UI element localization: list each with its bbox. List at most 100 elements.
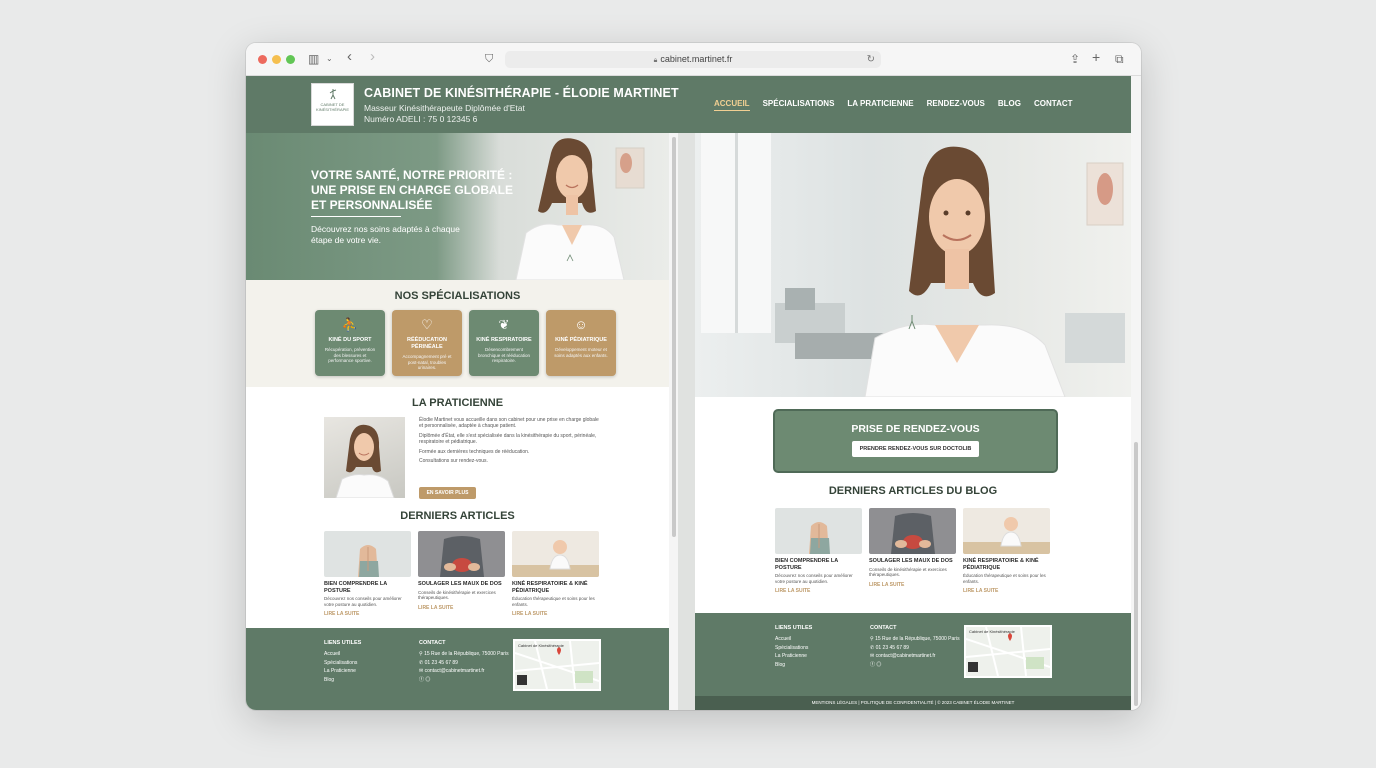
right-scrollbar[interactable]	[1131, 76, 1141, 710]
article-card[interactable]: BIEN COMPRENDRE LA POSTURE Découvrez nos…	[775, 508, 862, 594]
site-header: CABINET DE KINÉSITHÉRAPIE CABINET DE KIN…	[246, 76, 1131, 133]
nav-accueil[interactable]: ACCUEIL	[714, 99, 750, 111]
tabs-icon[interactable]: ⧉	[1115, 51, 1124, 67]
social-icons: ⓕ ◎	[870, 661, 960, 670]
footer-link[interactable]: La Praticienne	[775, 652, 812, 661]
email-text: contact@cabinetmartinet.fr	[424, 668, 485, 674]
site-logo[interactable]: CABINET DE KINÉSITHÉRAPIE	[311, 83, 354, 126]
article-card[interactable]: SOULAGER LES MAUX DE DOS Conseils de kin…	[418, 531, 505, 617]
card-desc: Désencombrement bronchique et rééducatio…	[477, 347, 531, 363]
zoom-window-button[interactable]	[286, 55, 295, 64]
chevron-down-icon[interactable]: ⌄	[326, 51, 333, 67]
share-icon[interactable]: ⇪	[1070, 51, 1080, 67]
read-more-link[interactable]: LIRE LA SUITE	[324, 611, 411, 617]
right-scrollbar-thumb[interactable]	[1134, 442, 1138, 706]
email-row[interactable]: ✉ contact@cabinetmartinet.fr	[419, 667, 509, 676]
article-card[interactable]: SOULAGER LES MAUX DE DOS Conseils de kin…	[869, 508, 956, 594]
plus-icon[interactable]: +	[1092, 49, 1100, 65]
article-card[interactable]: BIEN COMPRENDRE LA POSTURE Découvrez nos…	[324, 531, 411, 617]
footer-link[interactable]: Accueil	[324, 650, 361, 659]
footer-link[interactable]: Blog	[775, 661, 812, 670]
footer-contact-title: CONTACT	[870, 625, 897, 631]
map-widget[interactable]: Cabinet de Kinésithérapie	[964, 625, 1052, 678]
doctolib-button[interactable]: PRENDRE RENDEZ-VOUS SUR DOCTOLIB	[851, 441, 980, 457]
card-kine-respiratoire[interactable]: ❦ KINÉ RESPIRATOIRE Désencombrement bron…	[469, 310, 539, 376]
sidebar-icon[interactable]: ▥	[308, 51, 319, 67]
footer-links-title: LIENS UTILES	[775, 625, 813, 631]
articles-title: DERNIERS ARTICLES	[400, 510, 515, 522]
facebook-icon[interactable]: ⓕ	[870, 662, 875, 668]
read-more-link[interactable]: LIRE LA SUITE	[869, 582, 956, 588]
article-card[interactable]: KINÉ RESPIRATOIRE & KINÉ PÉDIATRIQUE Édu…	[963, 508, 1050, 594]
en-savoir-plus-button[interactable]: EN SAVOIR PLUS	[419, 487, 476, 499]
footer-link[interactable]: Spécialisations	[324, 659, 361, 668]
card-title: KINÉ PÉDIATRIQUE	[555, 337, 607, 343]
read-more-link[interactable]: LIRE LA SUITE	[512, 611, 599, 617]
url-text: cabinet.martinet.fr	[660, 54, 733, 64]
left-scrollbar[interactable]	[669, 133, 678, 710]
article-title: KINÉ RESPIRATOIRE & KINÉ PÉDIATRIQUE	[963, 558, 1039, 571]
card-desc: Développement moteur et soins adaptés au…	[554, 347, 608, 358]
article-title: SOULAGER LES MAUX DE DOS	[418, 581, 502, 587]
praticienne-paragraph: Formée aux dernières techniques de réédu…	[419, 448, 530, 455]
forward-icon[interactable]: ›	[370, 49, 375, 65]
left-scrollbar-thumb[interactable]	[672, 137, 676, 537]
back-pain-photo	[869, 508, 956, 554]
minimize-window-button[interactable]	[272, 55, 281, 64]
close-window-button[interactable]	[258, 55, 267, 64]
child-icon: ☺	[574, 317, 588, 332]
blog-articles-list: BIEN COMPRENDRE LA POSTURE Découvrez nos…	[775, 508, 1050, 594]
specialisation-cards: ⛹ KINÉ DU SPORT Récupération, prévention…	[315, 310, 616, 376]
nav-specialisations[interactable]: SPÉCIALISATIONS	[763, 99, 835, 111]
back-icon[interactable]: ‹	[347, 49, 352, 65]
posture-photo	[324, 531, 411, 577]
phone-row[interactable]: ✆ 01 23 45 67 89	[419, 659, 509, 668]
nav-blog[interactable]: BLOG	[998, 99, 1021, 111]
article-desc: Éducation thérapeutique et soins pour le…	[963, 573, 1046, 584]
article-title: BIEN COMPRENDRE LA POSTURE	[775, 558, 839, 571]
instagram-icon[interactable]: ◎	[425, 677, 430, 683]
map-label: Cabinet de Kinésithérapie	[969, 629, 1015, 634]
shield-icon[interactable]: ⛉	[485, 51, 493, 67]
card-reeducation-perineale[interactable]: ♡ RÉÉDUCATION PÉRINÉALE Accompagnement p…	[392, 310, 462, 376]
browser-titlebar: ▥ ⌄ ‹ › ⛉ 🔒︎ cabinet.martinet.fr ↻ ⇪ + ⧉	[246, 43, 1141, 76]
article-desc: Éducation thérapeutique et soins pour le…	[512, 596, 595, 607]
footer-link[interactable]: La Praticienne	[324, 667, 361, 676]
practitioner-portrait	[324, 417, 405, 498]
reload-icon[interactable]: ↻	[867, 51, 875, 68]
instagram-icon[interactable]: ◎	[876, 662, 881, 668]
article-card[interactable]: KINÉ RESPIRATOIRE & KINÉ PÉDIATRIQUE Édu…	[512, 531, 599, 617]
lungs-icon: ❦	[498, 317, 510, 332]
card-title: KINÉ DU SPORT	[328, 337, 372, 343]
article-desc: Conseils de kinésithérapie et exercices …	[418, 589, 496, 601]
read-more-link[interactable]: LIRE LA SUITE	[963, 588, 1050, 594]
nav-praticienne[interactable]: LA PRATICIENNE	[847, 99, 913, 111]
site-footer: LIENS UTILES Accueil Spécialisations La …	[246, 628, 669, 710]
hero-practitioner-photo	[515, 138, 645, 280]
card-kine-pediatrique[interactable]: ☺ KINÉ PÉDIATRIQUE Développement moteur …	[546, 310, 616, 376]
phone-row[interactable]: ✆ 01 23 45 67 89	[870, 644, 960, 653]
map-image	[966, 627, 1050, 676]
footer-link[interactable]: Spécialisations	[775, 644, 812, 653]
hero-title: VOTRE SANTÉ, NOTRE PRIORITÉ : UNE PRISE …	[311, 168, 514, 212]
facebook-icon[interactable]: ⓕ	[419, 677, 424, 683]
address-bar[interactable]: 🔒︎ cabinet.martinet.fr ↻	[505, 51, 881, 68]
nav-rendez-vous[interactable]: RENDEZ-VOUS	[927, 99, 985, 111]
read-more-link[interactable]: LIRE LA SUITE	[775, 588, 862, 594]
runner-icon: ⛹	[341, 317, 359, 332]
legal-bar[interactable]: MENTIONS LÉGALES | POLITIQUE DE CONFIDEN…	[695, 696, 1131, 710]
nav-contact[interactable]: CONTACT	[1034, 99, 1073, 111]
adeli-number: Numéro ADELI : 75 0 12345 6	[364, 114, 478, 124]
card-desc: Récupération, prévention des blessures e…	[324, 347, 376, 363]
email-row[interactable]: ✉ contact@cabinetmartinet.fr	[870, 652, 960, 661]
card-kine-sport[interactable]: ⛹ KINÉ DU SPORT Récupération, prévention…	[315, 310, 385, 376]
practitioner-large-photo	[701, 133, 1125, 397]
page-content: CABINET DE KINÉSITHÉRAPIE CABINET DE KIN…	[246, 76, 1141, 710]
map-widget[interactable]: Cabinet de Kinésithérapie	[513, 639, 601, 691]
read-more-link[interactable]: LIRE LA SUITE	[418, 605, 505, 611]
site-title: CABINET DE KINÉSITHÉRAPIE - ÉLODIE MARTI…	[364, 86, 679, 100]
footer-link[interactable]: Blog	[324, 676, 361, 685]
footer-link[interactable]: Accueil	[775, 635, 812, 644]
address-text: 15 Rue de la République, 75000 Paris	[424, 651, 509, 657]
praticienne-and-articles-section: LA PRATICIENNE Élodie Martinet vous accu…	[246, 387, 669, 628]
